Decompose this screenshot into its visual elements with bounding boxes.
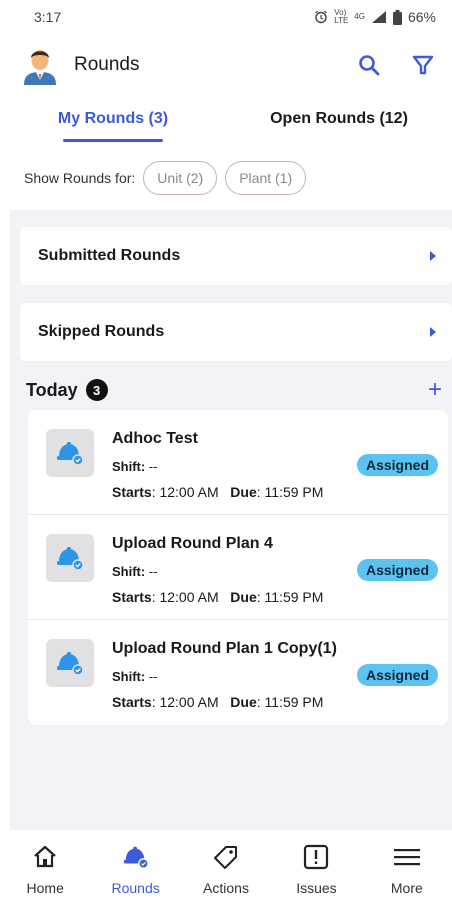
round-shift: Shift: -- <box>112 564 158 579</box>
today-count-badge: 3 <box>85 379 108 401</box>
status-bar: 3:17 Vo) LTE 4G 66% <box>0 0 452 34</box>
alarm-icon <box>315 10 328 24</box>
page-title: Rounds <box>74 54 140 75</box>
starts-value: : 12:00 AM <box>151 484 219 500</box>
round-item[interactable]: Adhoc Test Shift: -- Starts: 12:00 AM Du… <box>28 410 448 515</box>
signal-icon <box>371 11 386 23</box>
shift-value: -- <box>148 669 158 684</box>
round-times: Starts: 12:00 AM Due: 11:59 PM <box>112 589 323 605</box>
starts-value: : 12:00 AM <box>151 589 219 605</box>
signal-type: 4G <box>354 12 365 21</box>
rounds-tabs: My Rounds (3) Open Rounds (12) <box>0 100 452 144</box>
alert-icon <box>303 844 329 870</box>
nav-actions[interactable]: Actions <box>181 830 271 898</box>
due-value: : 11:59 PM <box>256 484 324 500</box>
submitted-rounds-row[interactable]: Submitted Rounds <box>20 227 452 285</box>
skipped-rounds-row[interactable]: Skipped Rounds <box>20 303 452 361</box>
status-icons: Vo) LTE 4G 66% <box>314 9 436 25</box>
battery-percent: 66% <box>407 9 436 25</box>
shift-label: Shift: <box>112 459 146 474</box>
due-value: : 11:59 PM <box>256 589 324 605</box>
round-item[interactable]: Upload Round Plan 4 Shift: -- Starts: 12… <box>28 515 448 620</box>
round-name: Upload Round Plan 1 Copy(1) <box>112 640 337 657</box>
due-label: Due <box>230 484 257 500</box>
home-icon <box>32 844 58 870</box>
header-actions <box>356 52 436 78</box>
status-badge: Assigned <box>356 664 438 686</box>
starts-label: Starts <box>112 694 152 710</box>
nav-more-label: More <box>390 880 423 896</box>
round-item[interactable]: Upload Round Plan 1 Copy(1) Shift: -- St… <box>28 620 448 725</box>
battery-icon <box>392 9 402 25</box>
nav-home-label: Home <box>26 880 64 896</box>
search-icon <box>359 55 380 76</box>
chip-unit[interactable]: Unit (2) <box>143 161 218 195</box>
app-header: Rounds <box>0 40 452 90</box>
round-times: Starts: 12:00 AM Due: 11:59 PM <box>112 694 323 710</box>
due-label: Due <box>230 694 257 710</box>
filter-label: Show Rounds for: <box>24 170 136 186</box>
today-label: Today <box>26 379 78 400</box>
status-badge: Assigned <box>356 559 438 581</box>
starts-label: Starts <box>112 484 152 500</box>
avatar[interactable] <box>22 45 58 85</box>
starts-value: : 12:00 AM <box>151 694 219 710</box>
helmet-icon <box>57 547 84 571</box>
status-time: 3:17 <box>34 9 62 25</box>
skipped-rounds-label: Skipped Rounds <box>38 323 165 340</box>
show-rounds-filter: Show Rounds for: Unit (2) Plant (1) <box>0 160 452 196</box>
rounds-content: Submitted Rounds Skipped Rounds Today 3 … <box>10 210 452 830</box>
today-rounds-list: Adhoc Test Shift: -- Starts: 12:00 AM Du… <box>28 410 448 725</box>
shift-value: -- <box>148 459 158 474</box>
nav-rounds[interactable]: Rounds <box>90 830 180 898</box>
add-round-button[interactable]: + <box>428 378 442 402</box>
helmet-icon <box>57 442 84 466</box>
today-header: Today 3 + <box>26 376 442 404</box>
search-button[interactable] <box>356 52 382 78</box>
round-thumbnail <box>46 639 94 687</box>
status-badge: Assigned <box>356 454 438 476</box>
bottom-nav: Home Rounds Actions Issues More <box>0 830 452 898</box>
tab-my-rounds[interactable]: My Rounds (3) <box>0 100 226 144</box>
round-name: Adhoc Test <box>112 430 198 447</box>
round-name: Upload Round Plan 4 <box>112 535 273 552</box>
round-shift: Shift: -- <box>112 459 158 474</box>
tab-open-rounds[interactable]: Open Rounds (12) <box>226 100 452 144</box>
caret-right-icon <box>430 251 436 261</box>
round-shift: Shift: -- <box>112 669 158 684</box>
round-thumbnail <box>46 429 94 477</box>
starts-label: Starts <box>112 589 152 605</box>
shift-label: Shift: <box>112 564 146 579</box>
helmet-icon <box>57 652 84 676</box>
submitted-rounds-label: Submitted Rounds <box>38 247 181 264</box>
nav-rounds-label: Rounds <box>111 880 160 896</box>
nav-more[interactable]: More <box>362 830 452 898</box>
filter-button[interactable] <box>410 52 436 78</box>
network-type: Vo) LTE <box>334 8 349 25</box>
shift-label: Shift: <box>112 669 146 684</box>
round-times: Starts: 12:00 AM Due: 11:59 PM <box>112 484 323 500</box>
menu-icon <box>393 844 421 870</box>
caret-right-icon <box>430 327 436 337</box>
filter-icon <box>412 55 434 75</box>
chip-plant[interactable]: Plant (1) <box>225 161 307 195</box>
nav-home[interactable]: Home <box>0 830 90 898</box>
tag-icon <box>213 844 239 870</box>
nav-issues[interactable]: Issues <box>271 830 361 898</box>
helmet-icon <box>122 844 150 870</box>
round-thumbnail <box>46 534 94 582</box>
shift-value: -- <box>148 564 158 579</box>
nav-issues-label: Issues <box>296 880 337 896</box>
due-value: : 11:59 PM <box>256 694 324 710</box>
due-label: Due <box>230 589 257 605</box>
nav-actions-label: Actions <box>203 880 249 896</box>
